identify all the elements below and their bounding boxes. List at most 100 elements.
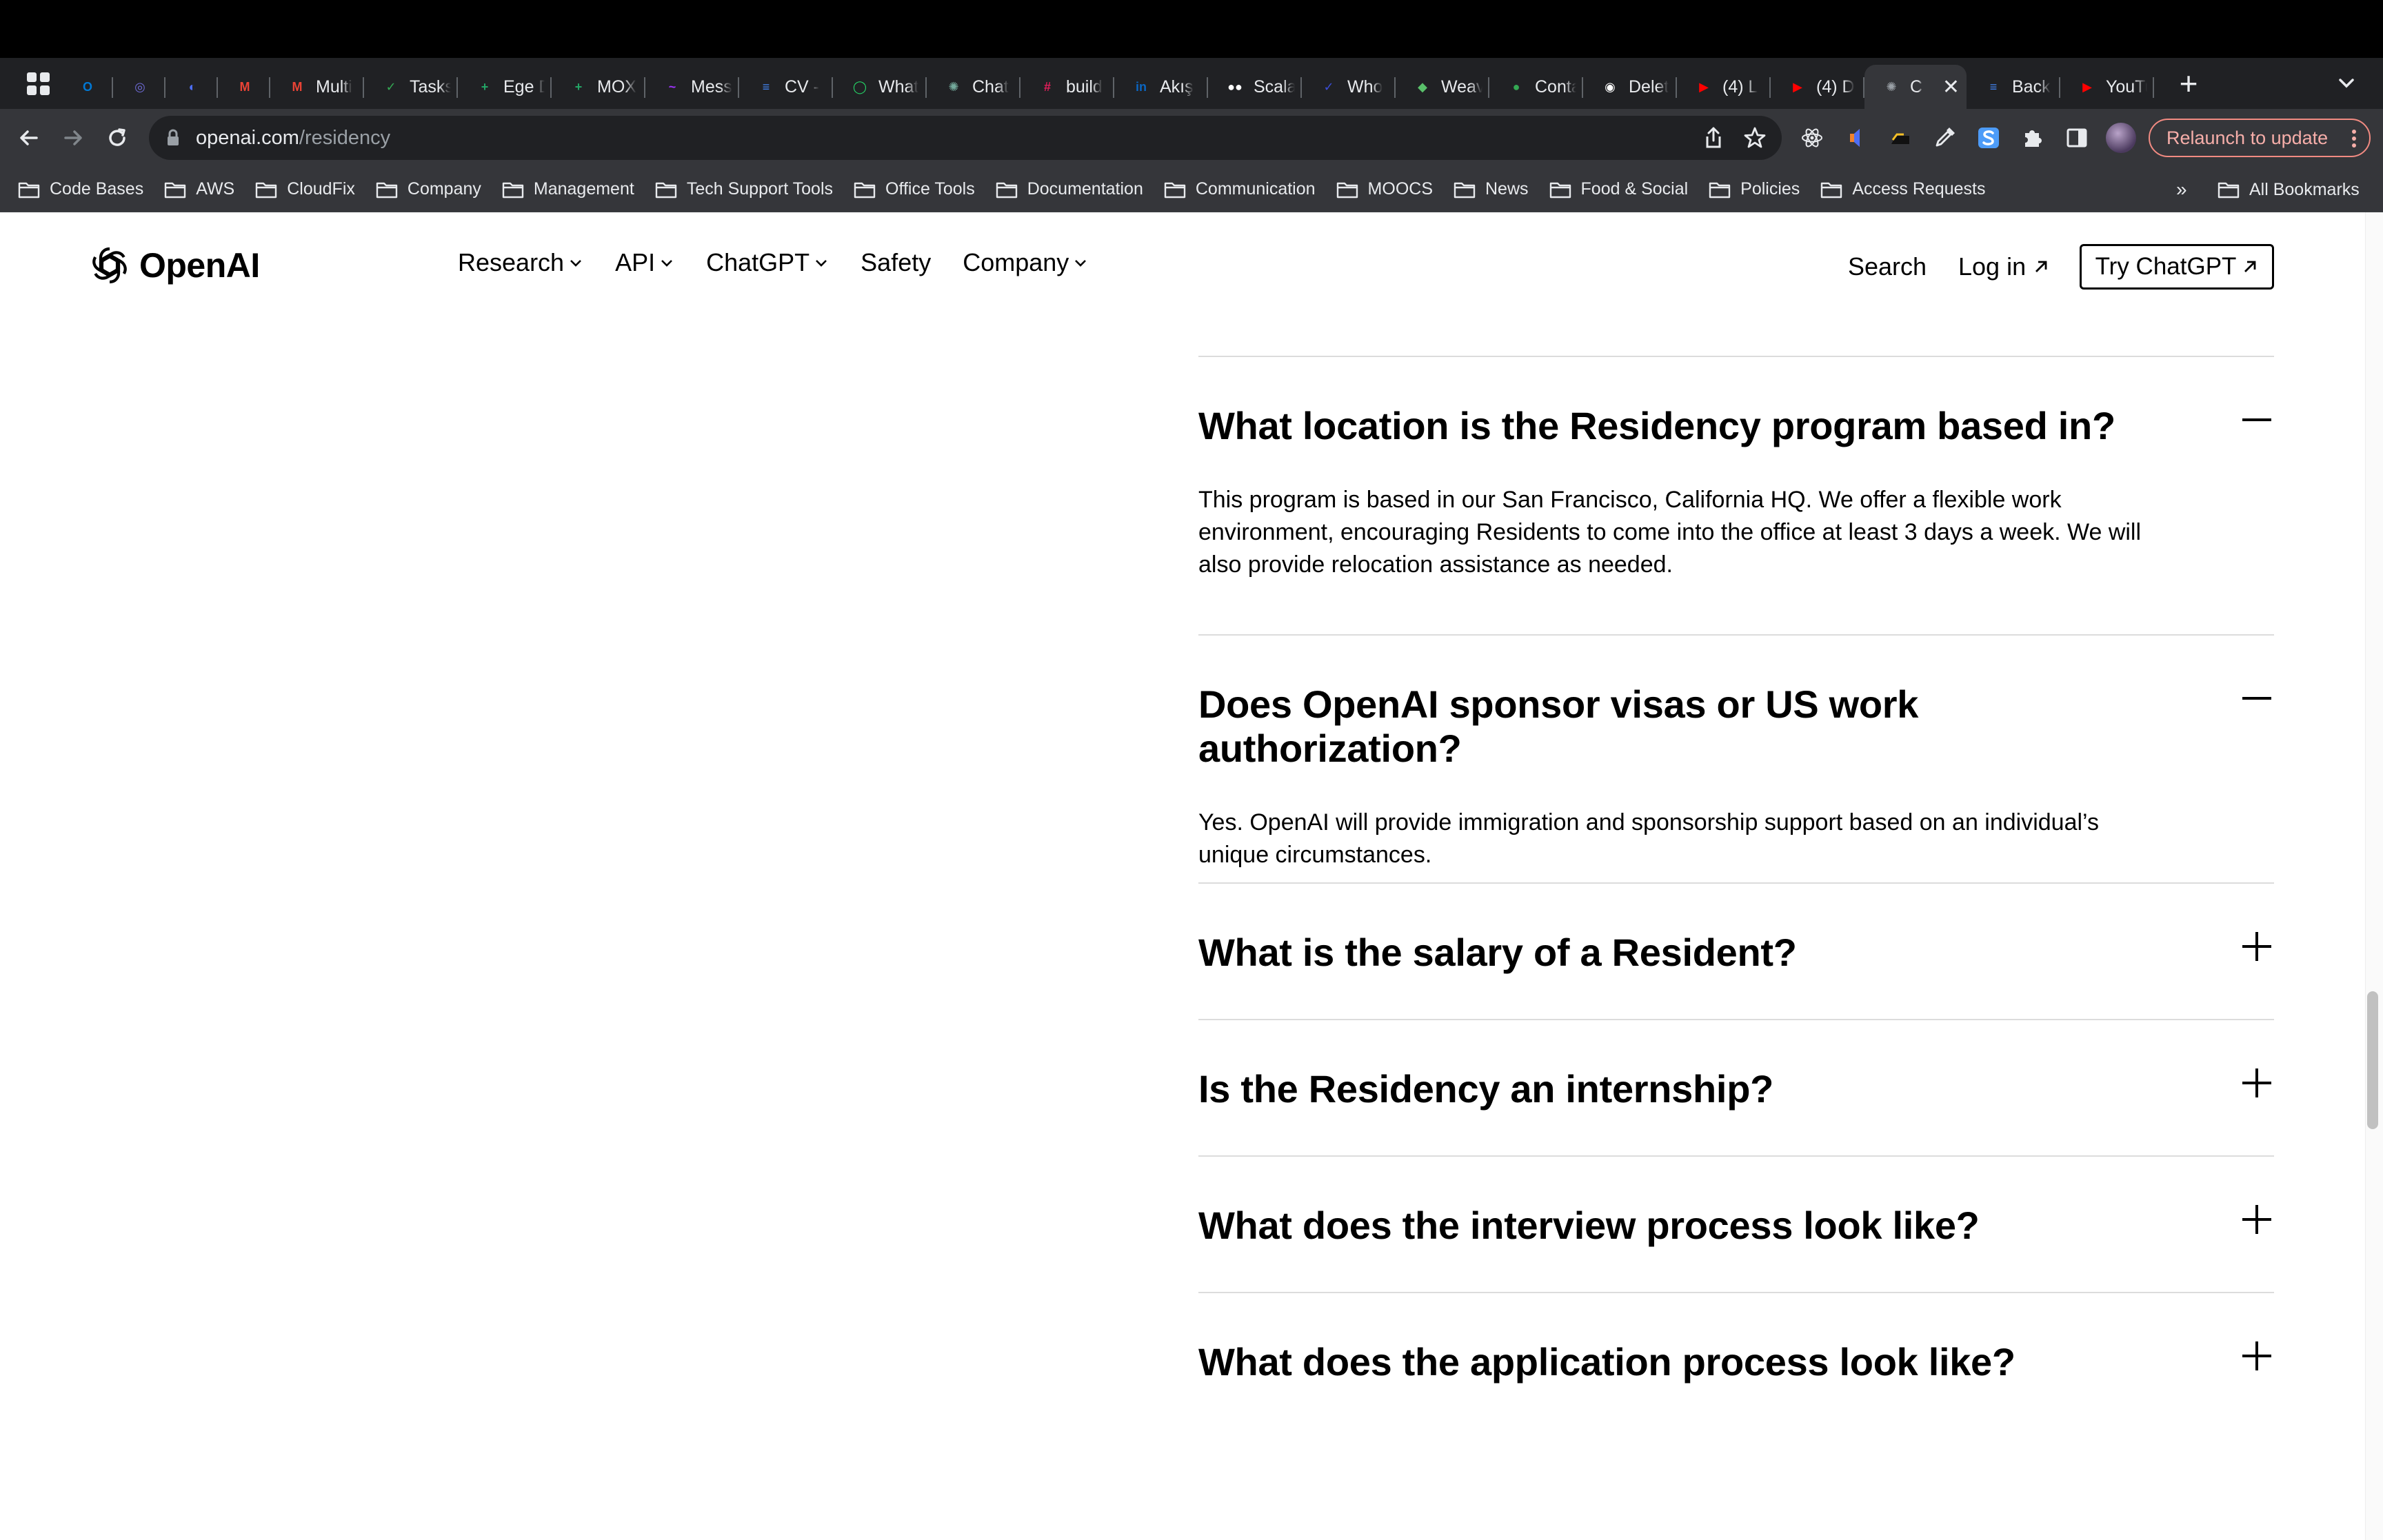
faq-question[interactable]: What location is the Residency program b… xyxy=(1198,357,2274,448)
tab-search-chevron-icon[interactable] xyxy=(2335,72,2358,95)
faq-question[interactable]: Is the Residency an internship? xyxy=(1198,1020,2274,1111)
reload-button[interactable] xyxy=(98,119,137,157)
try-chatgpt-button[interactable]: Try ChatGPT xyxy=(2080,244,2274,290)
tab-title: (4) L xyxy=(1722,77,1758,97)
browser-tab[interactable]: ●● Scala xyxy=(1208,65,1302,109)
openai-logo[interactable]: OpenAI xyxy=(87,243,260,288)
logo-text: OpenAI xyxy=(139,246,260,285)
faq-item[interactable]: What is the salary of a Resident? xyxy=(1198,882,2274,1019)
relaunch-button[interactable]: Relaunch to update xyxy=(2149,119,2371,157)
browser-tab[interactable]: ✓ Tasks xyxy=(364,65,458,109)
browser-tab[interactable]: + Ege D xyxy=(458,65,552,109)
faq-question[interactable]: What does the application process look l… xyxy=(1198,1293,2274,1384)
minus-icon[interactable] xyxy=(2240,403,2274,437)
faq-accordion: What location is the Residency program b… xyxy=(1198,356,2274,1428)
faq-item[interactable]: Is the Residency an internship? xyxy=(1198,1019,2274,1155)
browser-tab[interactable]: ◯ What xyxy=(833,65,927,109)
youtube-icon: ▶ xyxy=(2082,79,2092,94)
bookmark-folder[interactable]: MOOCS xyxy=(1336,179,1433,199)
bookmark-folder[interactable]: Documentation xyxy=(996,179,1143,199)
plus-icon[interactable] xyxy=(2240,1066,2274,1100)
folder-icon xyxy=(256,182,277,198)
bookmark-label: Policies xyxy=(1740,179,1800,199)
bookmark-folder[interactable]: Code Bases xyxy=(18,179,143,199)
faq-item[interactable]: What location is the Residency program b… xyxy=(1198,356,2274,634)
browser-tab[interactable]: ◉ Delet xyxy=(1583,65,1677,109)
main-nav: Research API ChatGPT Safety Company xyxy=(458,248,1120,277)
bookmark-folder[interactable]: Access Requests xyxy=(1820,179,1985,199)
minus-icon[interactable] xyxy=(2240,681,2274,716)
login-link[interactable]: Log in xyxy=(1958,252,2049,281)
tab-title: MOX xyxy=(597,77,636,97)
faq-question[interactable]: Does OpenAI sponsor visas or US work aut… xyxy=(1198,636,2274,771)
plus-icon[interactable] xyxy=(2240,1339,2274,1373)
browser-tab[interactable]: ▶ (4) D xyxy=(1771,65,1864,109)
browser-tab[interactable]: ▶ (4) L xyxy=(1677,65,1771,109)
browser-tab[interactable]: ▶ YouTu xyxy=(2060,65,2154,109)
browser-tab[interactable]: ≡ Back xyxy=(1967,65,2060,109)
nav-item-research[interactable]: Research xyxy=(458,248,583,277)
browser-tab[interactable]: ◐ xyxy=(165,65,218,109)
bookmark-folder[interactable]: Management xyxy=(502,179,634,199)
url-path: /residency xyxy=(299,126,391,149)
bookmark-folder[interactable]: Company xyxy=(376,179,481,199)
browser-tab[interactable]: + MOX xyxy=(552,65,645,109)
back-button[interactable] xyxy=(10,119,48,157)
browser-tab[interactable]: M xyxy=(218,65,270,109)
browser-tab[interactable]: ✺ Chat xyxy=(927,65,1020,109)
browser-tab[interactable]: ◎ xyxy=(113,65,165,109)
scrollbar-thumb[interactable] xyxy=(2367,991,2378,1129)
nav-item-api[interactable]: API xyxy=(615,248,674,277)
side-panel-icon[interactable] xyxy=(2062,123,2092,153)
nav-item-chatgpt[interactable]: ChatGPT xyxy=(706,248,829,277)
s-extension-icon[interactable] xyxy=(1973,123,2004,153)
browser-tab[interactable]: M Multi xyxy=(270,65,364,109)
share-icon[interactable] xyxy=(1703,126,1724,150)
new-tab-button[interactable]: + xyxy=(2168,68,2209,99)
forward-button[interactable] xyxy=(54,119,92,157)
nav-item-safety[interactable]: Safety xyxy=(861,248,931,277)
faq-question[interactable]: What is the salary of a Resident? xyxy=(1198,884,2274,975)
browser-tab[interactable]: ✺ C ✕ xyxy=(1864,65,1967,109)
faq-item[interactable]: What does the interview process look lik… xyxy=(1198,1155,2274,1292)
bookmark-folder[interactable]: AWS xyxy=(164,179,234,199)
react-devtools-icon[interactable] xyxy=(1797,123,1827,153)
plus-icon[interactable] xyxy=(2240,929,2274,964)
apps-button[interactable] xyxy=(15,58,61,109)
plus-icon[interactable] xyxy=(2240,1202,2274,1237)
search-link[interactable]: Search xyxy=(1848,252,1927,281)
tab-title: What xyxy=(878,77,919,97)
all-bookmarks-button[interactable]: All Bookmarks xyxy=(2218,167,2360,212)
browser-tab[interactable]: ◆ Weav xyxy=(1396,65,1489,109)
tab-extension-icon[interactable] xyxy=(1885,123,1916,153)
faq-question[interactable]: What does the interview process look lik… xyxy=(1198,1157,2274,1248)
bookmark-folder[interactable]: CloudFix xyxy=(255,179,355,199)
browser-tab[interactable]: ~ Mess xyxy=(645,65,739,109)
faq-item[interactable]: Does OpenAI sponsor visas or US work aut… xyxy=(1198,634,2274,882)
browser-tab[interactable]: ● Conta xyxy=(1489,65,1583,109)
bookmark-star-icon[interactable] xyxy=(1743,126,1767,150)
faq-item[interactable]: What does the application process look l… xyxy=(1198,1292,2274,1428)
browser-tab[interactable]: # build xyxy=(1020,65,1114,109)
tab-title: build xyxy=(1066,77,1103,97)
scrollbar-track[interactable] xyxy=(2365,212,2383,1540)
profile-avatar[interactable] xyxy=(2106,123,2136,153)
close-tab-icon[interactable]: ✕ xyxy=(1935,75,1960,99)
bookmark-folder[interactable]: News xyxy=(1454,179,1529,199)
speaker-extension-icon[interactable] xyxy=(1841,123,1871,153)
bookmark-folder[interactable]: Tech Support Tools xyxy=(655,179,833,199)
puzzle-extensions-icon[interactable] xyxy=(2018,123,2048,153)
eyedropper-icon[interactable] xyxy=(1929,123,1960,153)
browser-tab[interactable]: ✓ Who xyxy=(1302,65,1396,109)
bookmarks-overflow-button[interactable]: » xyxy=(2176,167,2187,212)
address-bar[interactable]: openai.com/residency xyxy=(149,116,1782,160)
who-icon: ✓ xyxy=(1323,79,1334,94)
browser-tab[interactable]: O xyxy=(61,65,113,109)
browser-tab[interactable]: in Akış xyxy=(1114,65,1208,109)
bookmark-folder[interactable]: Policies xyxy=(1709,179,1800,199)
bookmark-folder[interactable]: Communication xyxy=(1164,179,1316,199)
bookmark-folder[interactable]: Food & Social xyxy=(1549,179,1688,199)
bookmark-folder[interactable]: Office Tools xyxy=(854,179,975,199)
nav-item-company[interactable]: Company xyxy=(963,248,1088,277)
browser-tab[interactable]: ≡ CV - xyxy=(739,65,833,109)
